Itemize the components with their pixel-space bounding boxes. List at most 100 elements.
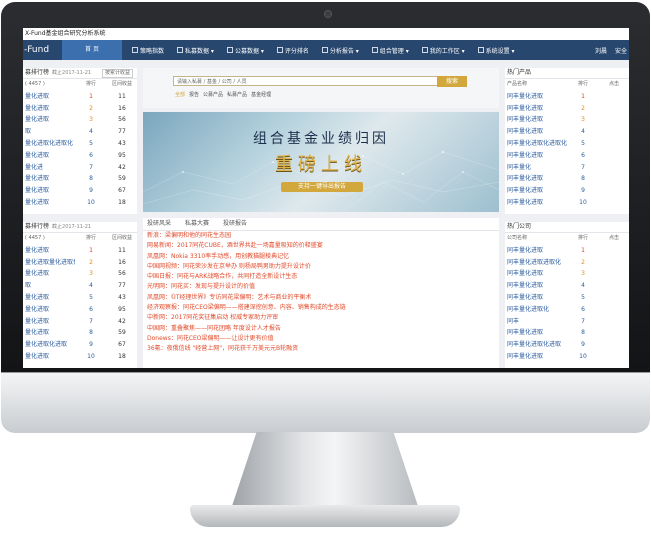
table-row[interactable]: 量化进取 7 42 — [23, 316, 137, 328]
table-row[interactable]: 同丰量化进取化 6 — [505, 304, 629, 316]
table-row[interactable]: 量化进取化进取化 5 43 — [23, 138, 137, 150]
search-category[interactable]: 报告 — [189, 92, 199, 98]
fund-name[interactable]: 量化进取 — [23, 245, 75, 257]
fund-name[interactable]: 量化进取 — [23, 114, 75, 126]
table-row[interactable]: 取 4 77 — [23, 126, 137, 138]
table-row[interactable]: 量化进取 10 18 — [23, 351, 137, 363]
item-name[interactable]: 同丰量化 — [505, 162, 567, 174]
item-name[interactable]: 同丰量化进取 — [505, 351, 567, 363]
news-item[interactable]: 中国日报：同花与ARK战略合作，共同打造全新设计生态 — [143, 272, 499, 282]
item-name[interactable]: 同丰量化进取 — [505, 280, 567, 292]
item-name[interactable]: 同丰量化进取化进取化 — [505, 138, 567, 150]
table-row[interactable]: 同丰量化进取 1 — [505, 245, 629, 257]
item-name[interactable]: 同丰量化进取 — [505, 173, 567, 185]
table-row[interactable]: 同丰量化进取 9 — [505, 185, 629, 197]
table-row[interactable]: 量化进取 6 95 — [23, 150, 137, 162]
nav-item[interactable]: 私募数据 ▾ — [171, 46, 221, 55]
table-row[interactable]: 同丰量化进取化进取 9 — [505, 339, 629, 351]
news-item[interactable]: 经济观察报：同花CEO梁偏明——搭建深挖创意、内容、销售构成的生态链 — [143, 303, 499, 313]
table-row[interactable]: 同丰量化进取 10 — [505, 197, 629, 209]
fund-name[interactable]: 量化进取 — [23, 327, 75, 339]
table-row[interactable]: 同丰量化进取 1 — [505, 91, 629, 103]
table-row[interactable]: 同丰量化进取 3 — [505, 114, 629, 126]
item-name[interactable]: 同丰量化进取化进取 — [505, 339, 567, 351]
item-name[interactable]: 同丰量化进取 — [505, 114, 567, 126]
fund-name[interactable]: 量化进取 — [23, 185, 75, 197]
news-item[interactable]: 光明网：同花买：发现与提升设计的价值 — [143, 282, 499, 292]
item-name[interactable]: 同丰量化进取 — [505, 197, 567, 209]
item-name[interactable]: 同丰量化进取 — [505, 268, 567, 280]
item-name[interactable]: 同丰 — [505, 316, 567, 328]
item-name[interactable]: 同丰量化进取 — [505, 103, 567, 115]
fund-name[interactable]: 量化进取 — [23, 316, 75, 328]
table-row[interactable]: 量化进取化进取 9 67 — [23, 339, 137, 351]
news-item[interactable]: 网易新闻：2017同花CUBE，酒世界共赴一场嘉量吸知的价释盛宴 — [143, 241, 499, 251]
nav-item[interactable]: 策略指数 — [126, 46, 171, 55]
item-name[interactable]: 同丰量化进取 — [505, 245, 567, 257]
table-row[interactable]: 量化进取量化进取化 2 16 — [23, 257, 137, 269]
table-row[interactable]: 量化进取 2 16 — [23, 103, 137, 115]
table-row[interactable]: 量化进 7 42 — [23, 162, 137, 174]
table-row[interactable]: 量化进取 3 56 — [23, 268, 137, 280]
table-row[interactable]: 同丰量化进取 4 — [505, 280, 629, 292]
news-item[interactable]: Donews：同花CEO梁偏明——让设计更有价值 — [143, 334, 499, 344]
item-name[interactable]: 同丰量化进取化 — [505, 304, 567, 316]
fund-name[interactable]: 量化进取 — [23, 351, 75, 363]
fund-name[interactable]: 量化进取 — [23, 91, 75, 103]
item-name[interactable]: 同丰量化进取 — [505, 150, 567, 162]
item-name[interactable]: 同丰量化进取 — [505, 126, 567, 138]
search-category[interactable]: 公募产品 — [203, 92, 223, 98]
table-row[interactable]: 取 4 77 — [23, 280, 137, 292]
promo-banner[interactable]: 组合基金业绩归因 重磅上线 支持一键导出报告 — [143, 112, 499, 212]
fund-name[interactable]: 量化进 — [23, 162, 75, 174]
table-row[interactable]: 同丰量化进取 3 — [505, 268, 629, 280]
table-row[interactable]: 同丰量化进取进取化 2 — [505, 257, 629, 269]
nav-item[interactable]: 评分排名 — [271, 46, 316, 55]
nav-item[interactable]: 组合管理 ▾ — [366, 46, 416, 55]
search-input[interactable]: 请输入私募 / 基金 / 公司 / 人员 — [173, 76, 439, 86]
nav-item[interactable]: 系统设置 ▾ — [472, 46, 522, 55]
table-row[interactable]: 量化进取 8 59 — [23, 327, 137, 339]
table-row[interactable]: 量化进取 6 95 — [23, 304, 137, 316]
fund-name[interactable]: 取 — [23, 126, 75, 138]
item-name[interactable]: 同丰量化进取进取化 — [505, 257, 567, 269]
table-row[interactable]: 同丰量化 7 — [505, 162, 629, 174]
fund-name[interactable]: 量化进取化进取 — [23, 339, 75, 351]
nav-user-link[interactable]: 刘晨 — [595, 46, 607, 55]
fund-name[interactable]: 量化进取 — [23, 150, 75, 162]
table-row[interactable]: 量化进取 9 67 — [23, 185, 137, 197]
nav-item[interactable]: 我的工作区 ▾ — [416, 46, 472, 55]
sort-select[interactable]: 按累计收益 — [101, 69, 133, 78]
news-item[interactable]: 中国网：重叠聚焦——同花团略 年度设计人才报告 — [143, 324, 499, 334]
table-row[interactable]: 同丰量化进取 10 — [505, 351, 629, 363]
table-row[interactable]: 同丰 7 — [505, 316, 629, 328]
news-tab[interactable]: 投研报告 — [223, 220, 247, 227]
table-row[interactable]: 量化进取 5 43 — [23, 292, 137, 304]
item-name[interactable]: 同丰量化进取 — [505, 185, 567, 197]
news-item[interactable]: 新浪：梁偏明和他的同花生态园 — [143, 231, 499, 241]
fund-name[interactable]: 取 — [23, 280, 75, 292]
item-name[interactable]: 同丰量化进取 — [505, 292, 567, 304]
table-row[interactable]: 同丰量化进取化进取化 5 — [505, 138, 629, 150]
fund-name[interactable]: 量化进取 — [23, 197, 75, 209]
fund-name[interactable]: 量化进取 — [23, 304, 75, 316]
news-item[interactable]: 中新网：2017同花奖征集启动 权威专家助力评审 — [143, 313, 499, 323]
fund-name[interactable]: 量化进取 — [23, 103, 75, 115]
table-row[interactable]: 同丰量化进取 8 — [505, 327, 629, 339]
table-row[interactable]: 同丰量化进取 5 — [505, 292, 629, 304]
news-item[interactable]: 凤凰网：《IT经理世界》专访同花梁偏明：艺术与商业的平衡术 — [143, 293, 499, 303]
table-row[interactable]: 同丰量化进取 8 — [505, 173, 629, 185]
table-row[interactable]: 同丰量化进取 2 — [505, 103, 629, 115]
news-item[interactable]: 凤凰网：Nokia 3310率手动感，用创教猫腿棱典记忆 — [143, 252, 499, 262]
table-row[interactable]: 量化进取 10 18 — [23, 197, 137, 209]
table-row[interactable]: 量化进取 8 59 — [23, 173, 137, 185]
item-name[interactable]: 同丰量化进取 — [505, 327, 567, 339]
news-item[interactable]: 中国网视频：同花荣沙发在京举办 则杨局鸭男助力提升设计价 — [143, 262, 499, 272]
table-row[interactable]: 量化进取 1 11 — [23, 91, 137, 103]
nav-item[interactable]: 公募数据 ▾ — [221, 46, 271, 55]
fund-name[interactable]: 量化进取 — [23, 268, 75, 280]
table-row[interactable]: 同丰量化进取 4 — [505, 126, 629, 138]
nav-home[interactable]: 首 页 — [62, 40, 122, 60]
search-category[interactable]: 基金经理 — [251, 92, 271, 98]
item-name[interactable]: 同丰量化进取 — [505, 91, 567, 103]
